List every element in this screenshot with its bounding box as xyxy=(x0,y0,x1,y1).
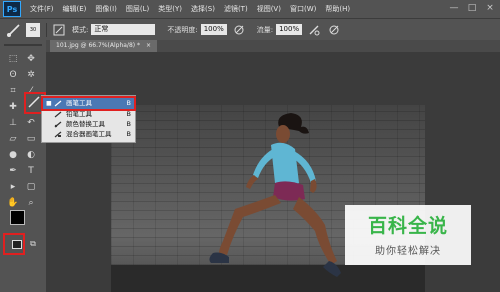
dodge-tool-icon[interactable]: ◐ xyxy=(24,149,38,161)
screen-mode-icon[interactable]: ⧉ xyxy=(26,238,40,250)
flyout-item-shortcut: B xyxy=(126,130,131,138)
menu-filter[interactable]: 滤镜(T) xyxy=(224,4,248,14)
crop-tool-icon[interactable]: ⌗ xyxy=(6,85,20,97)
document-tab[interactable]: 101.jpg @ 66.7%(Alpha/8) * × xyxy=(50,40,157,52)
menu-select[interactable]: 选择(S) xyxy=(191,4,215,14)
maximize-button[interactable]: □ xyxy=(466,2,478,14)
menu-bar: Ps 文件(F) 编辑(E) 图像(I) 图层(L) 类型(Y) 选择(S) 滤… xyxy=(0,0,500,19)
clone-stamp-tool-icon[interactable]: ⊥ xyxy=(6,117,20,129)
zoom-tool-icon[interactable]: ⌕ xyxy=(24,197,38,209)
lasso-tool-icon[interactable]: ʘ xyxy=(6,69,20,81)
pressure-size-icon[interactable] xyxy=(328,24,340,36)
move-tool-icon[interactable]: ✥ xyxy=(24,53,38,65)
flyout-item-mixer-brush-tool[interactable]: 混合器画笔工具 B xyxy=(42,129,135,140)
hand-tool-icon[interactable]: ✋ xyxy=(6,197,20,209)
menu-window[interactable]: 窗口(W) xyxy=(290,4,316,14)
flow-input[interactable]: 100% xyxy=(276,24,303,35)
photoshop-logo: Ps xyxy=(3,1,21,17)
path-selection-tool-icon[interactable]: ▸ xyxy=(6,181,20,193)
menu-type[interactable]: 类型(Y) xyxy=(158,4,182,14)
quick-mask-highlight xyxy=(3,233,25,255)
flow-label: 流量: xyxy=(256,25,274,34)
watermark-title: 百科全说 xyxy=(367,215,448,237)
document-tab-close[interactable]: × xyxy=(146,42,151,49)
window-controls: — □ × xyxy=(448,2,496,14)
opacity-label: 不透明度: xyxy=(167,25,198,34)
menu-edit[interactable]: 编辑(E) xyxy=(63,4,87,14)
flyout-item-label: 混合器画笔工具 xyxy=(66,130,112,138)
color-replacement-icon xyxy=(54,121,62,128)
brush-size-box[interactable]: 30 xyxy=(26,22,40,37)
brush-panel-icon[interactable] xyxy=(52,23,66,37)
pen-tool-icon[interactable]: ✒ xyxy=(6,165,20,177)
magic-wand-tool-icon[interactable]: ✲ xyxy=(24,69,38,81)
menu-help[interactable]: 帮助(H) xyxy=(325,4,350,14)
brush-preset-icon[interactable] xyxy=(6,22,22,38)
gradient-tool-icon[interactable]: ▭ xyxy=(24,133,38,145)
rectangle-tool-icon[interactable]: ▢ xyxy=(24,181,38,193)
marquee-tool-icon[interactable]: ⬚ xyxy=(6,53,20,65)
airbrush-icon[interactable] xyxy=(308,24,320,36)
document-tab-bar: 101.jpg @ 66.7%(Alpha/8) * × xyxy=(46,40,500,52)
mode-select[interactable]: 正常 xyxy=(91,24,156,35)
menu-layer[interactable]: 图层(L) xyxy=(126,4,149,14)
healing-brush-tool-icon[interactable]: ✚ xyxy=(6,101,20,113)
minimize-button[interactable]: — xyxy=(448,2,460,14)
foreground-color-swatch[interactable] xyxy=(10,210,25,225)
document-tab-title: 101.jpg @ 66.7%(Alpha/8) * xyxy=(56,42,141,49)
brush-flyout-highlight xyxy=(41,96,136,111)
close-button[interactable]: × xyxy=(484,2,496,14)
options-bar: 30 模式: 正常 不透明度: 100% 流量: 100% xyxy=(0,19,500,41)
panel-grip xyxy=(4,44,42,46)
type-tool-icon[interactable]: T xyxy=(24,165,38,177)
brush-tool-icon[interactable] xyxy=(27,96,41,108)
pencil-icon xyxy=(54,111,62,118)
menu-view[interactable]: 视图(V) xyxy=(257,4,281,14)
menu-image[interactable]: 图像(I) xyxy=(95,4,117,14)
opacity-input[interactable]: 100% xyxy=(200,24,227,35)
mixer-brush-icon xyxy=(54,131,62,138)
eraser-tool-icon[interactable]: ▱ xyxy=(6,133,20,145)
menu-file[interactable]: 文件(F) xyxy=(30,4,54,14)
watermark-subtitle: 助你轻松解决 xyxy=(375,246,441,257)
divider xyxy=(46,22,47,37)
pressure-opacity-icon[interactable] xyxy=(233,24,245,36)
watermark-badge: 百科全说 助你轻松解决 xyxy=(345,205,471,265)
blur-tool-icon[interactable]: ● xyxy=(6,149,20,161)
mode-label: 模式: xyxy=(72,25,89,34)
history-brush-tool-icon[interactable]: ↶ xyxy=(24,117,38,129)
